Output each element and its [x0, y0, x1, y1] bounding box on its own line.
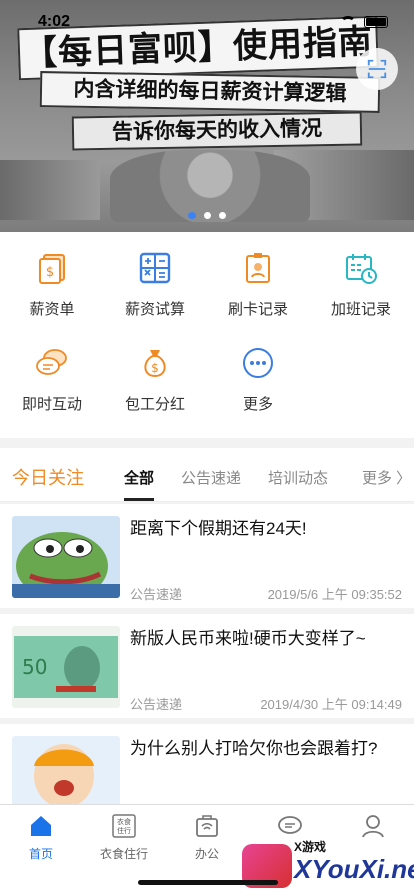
carousel-dot-3[interactable] — [219, 212, 226, 219]
tab-label: 首页 — [28, 847, 53, 861]
scan-icon — [367, 59, 387, 79]
svg-text:$: $ — [151, 361, 159, 375]
status-bar: 4:02 — [0, 0, 414, 44]
watermark: X游戏 XYouXi.net — [236, 830, 414, 896]
battery-icon — [364, 16, 388, 28]
banner-illustration-left — [0, 160, 100, 220]
tab-label: 衣食住行 — [99, 847, 148, 861]
tab-all[interactable]: 全部 — [124, 467, 154, 488]
menu-payslip[interactable]: $ 薪资单 — [0, 232, 104, 322]
menu-label: 加班记录 — [330, 301, 391, 318]
news-thumbnail-banknote: 50 — [12, 626, 120, 708]
banner-subtitle-2: 告诉你每天的收入情况 — [71, 111, 363, 151]
watermark-brand: X游戏 — [294, 840, 327, 854]
menu-label: 包工分红 — [124, 396, 185, 413]
feature-grid: $ 薪资单 薪资试算 刷卡记录 加班记录 即时互动 $ 包工分红 更多 — [0, 232, 414, 438]
menu-instant-chat[interactable]: 即时互动 — [0, 327, 104, 417]
tab-home[interactable]: 首页 — [0, 813, 82, 862]
home-icon — [28, 813, 54, 839]
news-time: 2019/5/6 上午 09:35:52 — [267, 587, 402, 602]
svg-text:50: 50 — [22, 655, 47, 679]
news-thumbnail-cartoon — [12, 736, 120, 806]
news-title: 为什么别人打哈欠你也会跟着打? — [130, 739, 378, 758]
office-icon — [194, 813, 220, 839]
watermark-site: XYouXi.net — [294, 854, 414, 884]
life-services-icon: 衣食 住行 — [111, 813, 137, 839]
news-thumbnail-frog — [12, 516, 120, 598]
today-focus-header: 今日关注 全部 公告速递 培训动态 更多 〉 — [0, 448, 414, 502]
news-source: 公告速递 — [130, 697, 183, 712]
punch-card-icon — [240, 250, 276, 286]
svg-text:$: $ — [46, 265, 54, 280]
news-item[interactable]: 距离下个假期还有24天! 公告速递 2019/5/6 上午 09:35:52 — [0, 504, 414, 608]
home-indicator — [138, 880, 278, 885]
today-focus-title: 今日关注 — [12, 468, 84, 488]
wifi-icon — [340, 16, 356, 28]
tab-label: 办公 — [194, 847, 219, 861]
menu-label: 更多 — [242, 396, 273, 413]
more-link[interactable]: 更多 〉 — [362, 467, 411, 488]
menu-label: 刷卡记录 — [227, 301, 288, 318]
menu-label: 薪资单 — [29, 301, 75, 318]
menu-overtime-record[interactable]: 加班记录 — [309, 232, 413, 322]
more-icon — [240, 345, 276, 381]
svg-text:住行: 住行 — [117, 826, 131, 835]
menu-punch-record[interactable]: 刷卡记录 — [206, 232, 310, 322]
active-tab-indicator — [124, 498, 154, 501]
tab-training[interactable]: 培训动态 — [268, 467, 328, 488]
payslip-icon: $ — [34, 250, 70, 286]
tab-announcements[interactable]: 公告速递 — [181, 467, 241, 488]
chat-bubbles-icon — [34, 345, 70, 381]
menu-contract-bonus[interactable]: $ 包工分红 — [103, 327, 207, 417]
tab-life-services[interactable]: 衣食 住行 衣食住行 — [83, 813, 165, 862]
carousel-dot-2[interactable] — [204, 212, 211, 219]
news-item[interactable]: 为什么别人打哈欠你也会跟着打? — [0, 724, 414, 806]
news-title: 距离下个假期还有24天! — [130, 519, 307, 538]
overtime-calendar-icon — [343, 250, 379, 286]
money-bag-icon: $ — [137, 345, 173, 381]
scan-button[interactable] — [356, 48, 398, 90]
svg-text:衣食: 衣食 — [117, 817, 131, 826]
status-time: 4:02 — [38, 13, 71, 30]
carousel-dot-1[interactable] — [188, 212, 196, 219]
news-title: 新版人民币来啦!硬币大变样了~ — [130, 629, 366, 648]
menu-label: 薪资试算 — [124, 301, 185, 318]
news-item[interactable]: 50 新版人民币来啦!硬币大变样了~ 公告速递 2019/4/30 上午 09:… — [0, 614, 414, 718]
news-source: 公告速递 — [130, 587, 183, 602]
menu-label: 即时互动 — [21, 396, 82, 413]
menu-more[interactable]: 更多 — [206, 327, 310, 417]
carousel-dots — [0, 212, 414, 219]
news-time: 2019/4/30 上午 09:14:49 — [260, 697, 402, 712]
menu-salary-calc[interactable]: 薪资试算 — [103, 232, 207, 322]
banner-subtitle: 内含详细的每日薪资计算逻辑 — [39, 71, 381, 113]
calculator-icon — [137, 250, 173, 286]
